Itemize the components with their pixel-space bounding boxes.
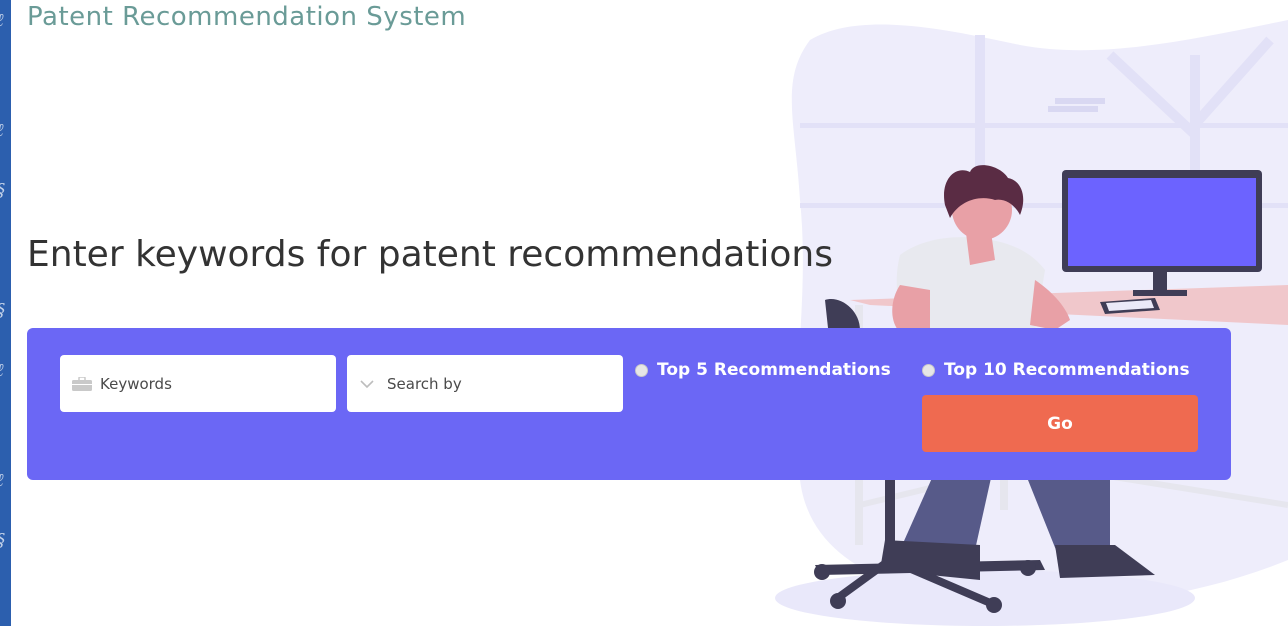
strip-glyph: §	[0, 530, 5, 551]
strip-glyph: ℓ	[0, 120, 4, 141]
chevron-down-icon	[359, 376, 381, 392]
top5-radio-label: Top 5 Recommendations	[657, 360, 891, 380]
strip-glyph: ℓ	[0, 10, 4, 31]
strip-glyph: §	[0, 180, 5, 201]
go-button[interactable]: Go	[922, 395, 1198, 452]
page-headline: Enter keywords for patent recommendation…	[27, 234, 833, 275]
keywords-placeholder: Keywords	[100, 374, 172, 393]
top5-radio-option[interactable]: Top 5 Recommendations	[635, 360, 891, 380]
top5-radio-button[interactable]	[635, 363, 648, 377]
search-panel: Keywords Search by Top 5 Recommendations…	[27, 328, 1231, 480]
top10-radio-button[interactable]	[922, 363, 935, 377]
briefcase-icon	[72, 376, 94, 392]
keywords-input[interactable]: Keywords	[60, 355, 336, 412]
searchby-select[interactable]: Search by	[347, 355, 623, 412]
left-decorative-strip: ℓ ℓ § § ℓ ℓ §	[0, 0, 11, 626]
strip-glyph: §	[0, 300, 5, 321]
strip-glyph: ℓ	[0, 360, 4, 381]
top10-radio-label: Top 10 Recommendations	[944, 360, 1190, 380]
app-title: Patent Recommendation System	[27, 2, 467, 32]
searchby-placeholder: Search by	[387, 374, 462, 393]
desk-illustration	[775, 20, 1288, 626]
top10-radio-option[interactable]: Top 10 Recommendations	[922, 360, 1190, 380]
strip-glyph: ℓ	[0, 470, 4, 491]
